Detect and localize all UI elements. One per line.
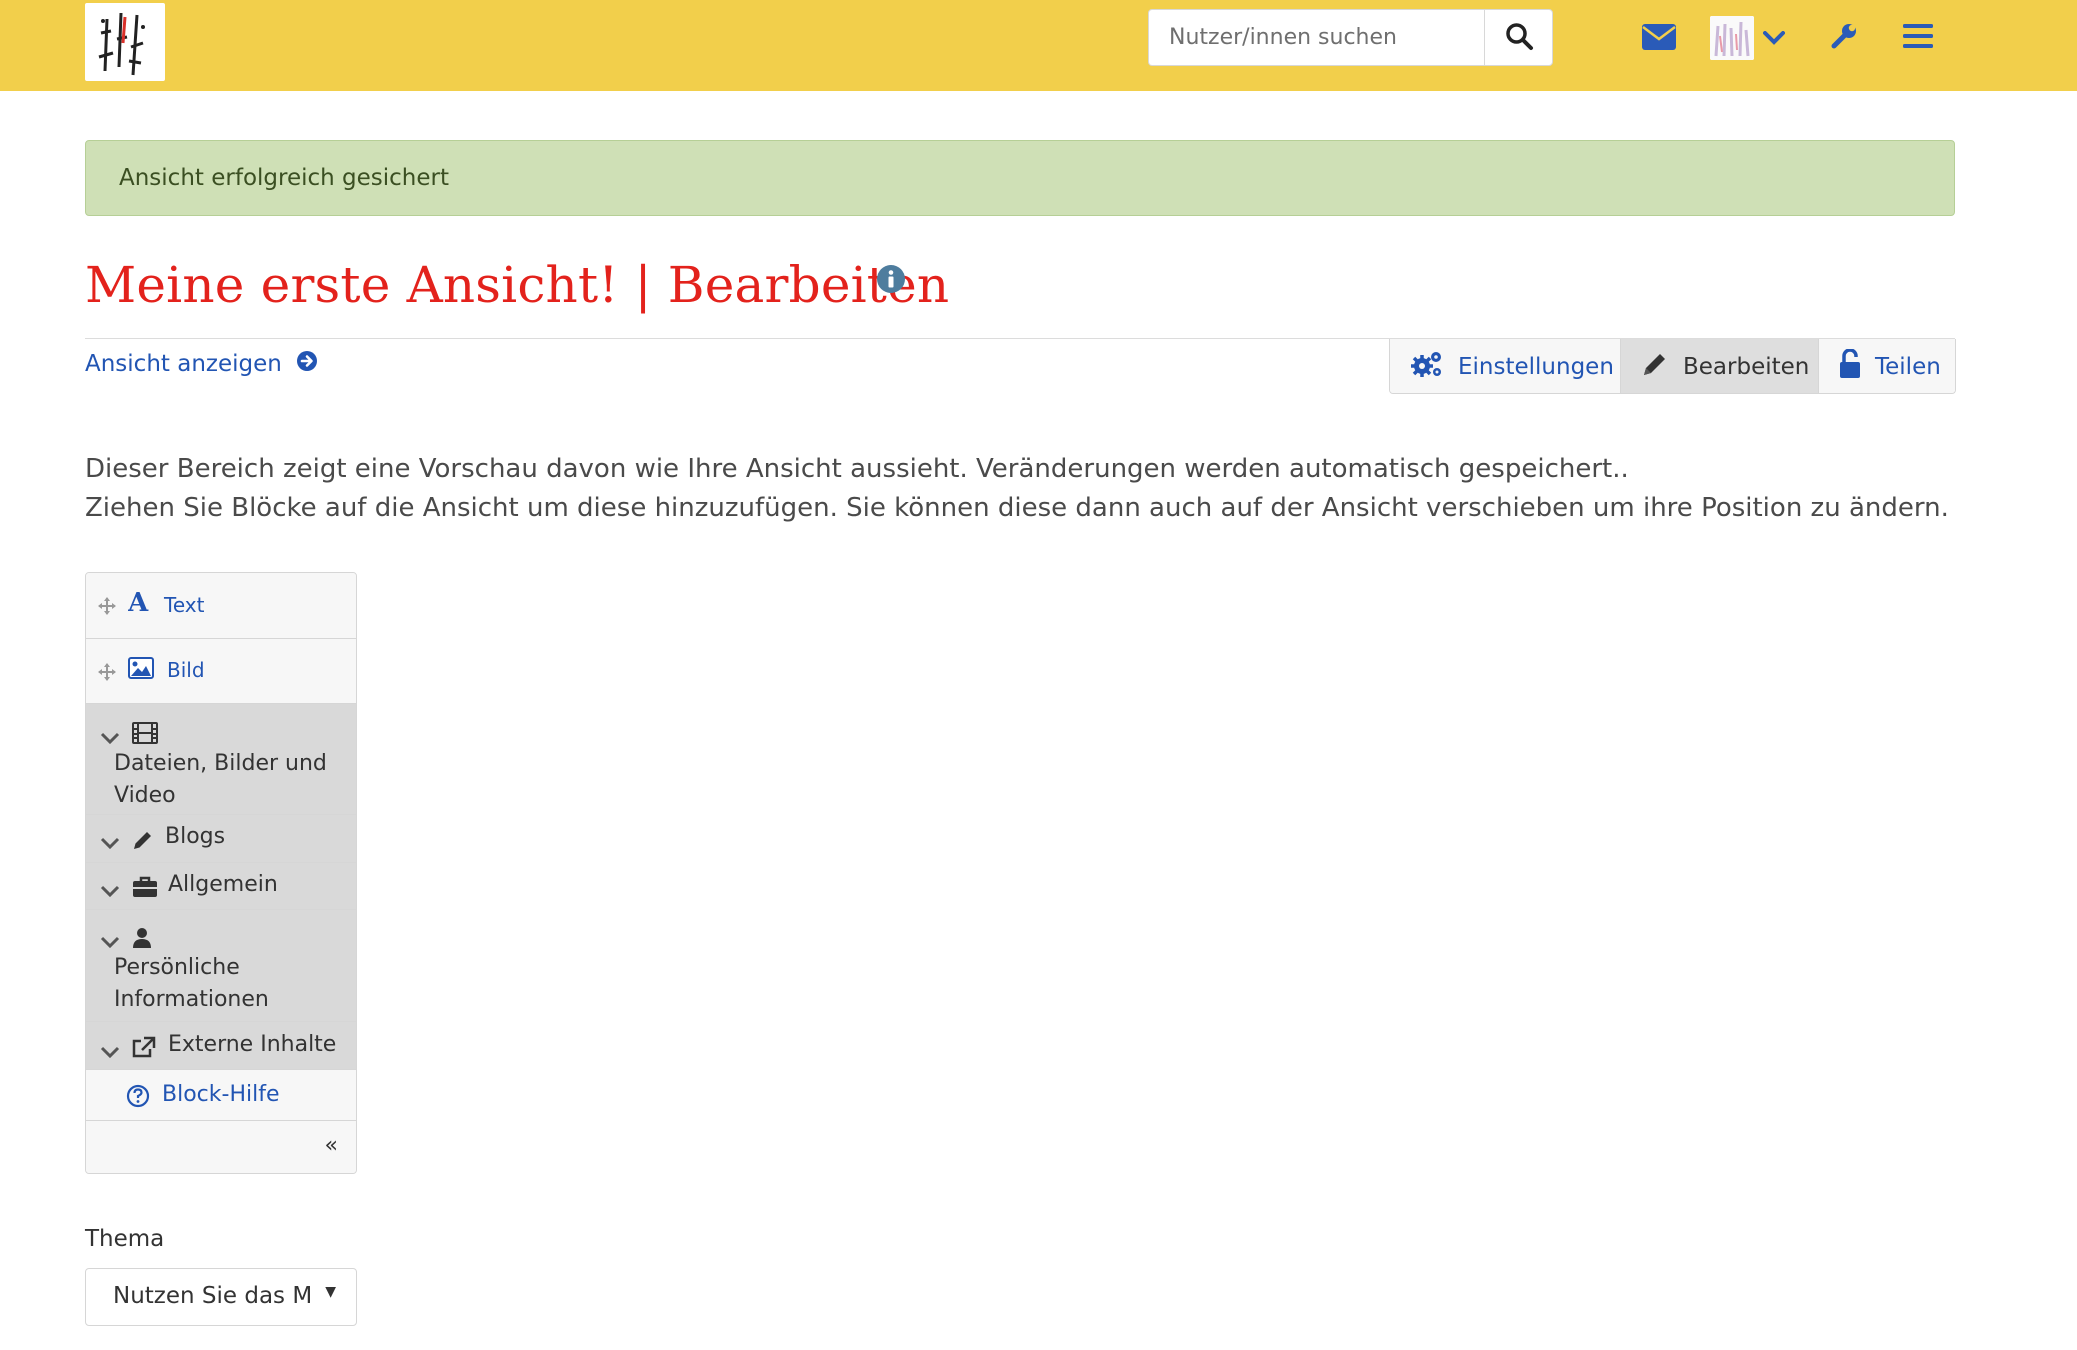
user-icon bbox=[132, 927, 152, 953]
search-icon bbox=[1504, 21, 1534, 55]
chevron-down-icon bbox=[100, 730, 120, 749]
block-panel: A Text Bild Dateien, Bilder und Video Bl… bbox=[85, 572, 357, 1174]
category-personal-info-label: Persönliche Informationen bbox=[114, 952, 269, 1016]
alert-message: Ansicht erfolgreich gesichert bbox=[119, 165, 449, 191]
success-alert: Ansicht erfolgreich gesichert bbox=[85, 140, 1955, 216]
chevron-down-icon bbox=[100, 835, 120, 854]
admin-button[interactable] bbox=[1828, 22, 1860, 54]
gears-icon bbox=[1410, 349, 1444, 385]
external-link-icon bbox=[132, 1036, 156, 1062]
svg-text:A: A bbox=[128, 589, 149, 615]
tab-share-label: Teilen bbox=[1875, 353, 1941, 380]
block-text-label: Text bbox=[164, 593, 205, 617]
collapse-panel-button[interactable]: « bbox=[325, 1133, 338, 1158]
user-search bbox=[1148, 9, 1553, 66]
theme-label: Thema bbox=[85, 1226, 165, 1252]
category-files-line-1: Dateien, Bilder und bbox=[114, 751, 327, 776]
caret-down-icon: ▼ bbox=[325, 1284, 336, 1300]
category-files[interactable]: Dateien, Bilder und Video bbox=[86, 704, 356, 815]
edit-tabs: Einstellungen Bearbeiten Teilen bbox=[1389, 339, 1956, 394]
tab-settings[interactable]: Einstellungen bbox=[1390, 339, 1621, 393]
tab-edit-label: Bearbeiten bbox=[1683, 353, 1810, 380]
wrench-icon bbox=[1830, 22, 1858, 54]
tab-edit[interactable]: Bearbeiten bbox=[1621, 339, 1819, 393]
unlock-icon bbox=[1839, 347, 1861, 385]
main-menu-button[interactable] bbox=[1900, 22, 1936, 54]
move-icon bbox=[98, 597, 116, 619]
user-menu-toggle[interactable] bbox=[1762, 28, 1786, 50]
block-text[interactable]: A Text bbox=[86, 573, 356, 639]
category-external-content-label: Externe Inhalte bbox=[168, 1032, 337, 1057]
tab-settings-label: Einstellungen bbox=[1458, 353, 1614, 380]
film-icon bbox=[132, 722, 158, 748]
arrow-circle-right-icon bbox=[296, 350, 318, 378]
block-help-label: Block-Hilfe bbox=[162, 1082, 280, 1107]
category-personal-info[interactable]: Persönliche Informationen bbox=[86, 910, 356, 1022]
user-avatar[interactable] bbox=[1710, 16, 1754, 60]
theme-select[interactable]: Nutzen Sie das Mo ▼ bbox=[85, 1268, 357, 1326]
page-title: Meine erste Ansicht! | Bearbeiten bbox=[85, 256, 950, 314]
briefcase-icon bbox=[132, 876, 158, 902]
chevron-down-icon bbox=[100, 883, 120, 902]
theme-select-value: Nutzen Sie das Mo bbox=[113, 1283, 313, 1309]
chevron-down-icon bbox=[100, 1044, 120, 1063]
pencil-icon bbox=[1641, 350, 1669, 384]
category-blogs-label: Blogs bbox=[165, 824, 226, 849]
description-line-2: Ziehen Sie Blöcke auf die Ansicht um die… bbox=[85, 493, 1949, 523]
category-blogs[interactable]: Blogs bbox=[86, 815, 356, 863]
move-icon bbox=[98, 663, 116, 685]
messages-button[interactable] bbox=[1640, 22, 1678, 56]
tab-share[interactable]: Teilen bbox=[1819, 339, 1955, 393]
block-image-label: Bild bbox=[167, 658, 205, 682]
category-personal-info-line-2: Informationen bbox=[114, 987, 269, 1012]
description-line-1: Dieser Bereich zeigt eine Vorschau davon… bbox=[85, 454, 1629, 484]
image-icon bbox=[128, 657, 154, 683]
category-external-content[interactable]: Externe Inhalte bbox=[86, 1022, 356, 1070]
view-link-label: Ansicht anzeigen bbox=[85, 351, 282, 377]
category-files-label: Dateien, Bilder und Video bbox=[114, 748, 327, 812]
category-general[interactable]: Allgemein bbox=[86, 863, 356, 910]
pencil-icon bbox=[132, 829, 154, 855]
user-search-input[interactable] bbox=[1148, 9, 1484, 66]
envelope-icon bbox=[1642, 24, 1676, 54]
top-header bbox=[0, 0, 2077, 91]
category-personal-info-line-1: Persönliche bbox=[114, 955, 240, 980]
view-page-link[interactable]: Ansicht anzeigen bbox=[85, 350, 318, 378]
page-description: Dieser Bereich zeigt eine Vorschau davon… bbox=[85, 450, 1949, 528]
chevron-down-icon bbox=[100, 934, 120, 953]
font-icon: A bbox=[127, 588, 152, 619]
block-image[interactable]: Bild bbox=[86, 639, 356, 704]
block-help-link[interactable]: Block-Hilfe bbox=[86, 1070, 356, 1121]
hamburger-menu-icon bbox=[1903, 23, 1933, 53]
collapse-panel: « bbox=[86, 1121, 356, 1173]
site-logo[interactable] bbox=[85, 3, 165, 81]
info-icon[interactable] bbox=[876, 264, 906, 294]
category-files-line-2: Video bbox=[114, 783, 176, 808]
question-circle-icon bbox=[126, 1084, 150, 1112]
category-general-label: Allgemein bbox=[168, 872, 278, 897]
chevron-down-icon bbox=[1763, 30, 1785, 49]
search-button[interactable] bbox=[1484, 9, 1553, 66]
